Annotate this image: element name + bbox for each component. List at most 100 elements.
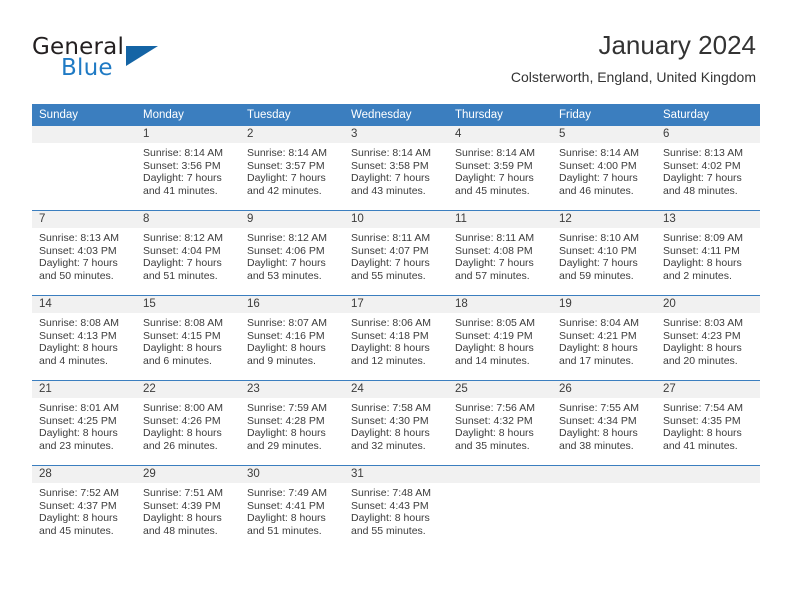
daylight-text-line2: and 17 minutes. <box>559 354 634 367</box>
daylight-text-line2: and 6 minutes. <box>143 354 212 367</box>
daylight-text-line1: Daylight: 8 hours <box>143 342 222 355</box>
calendar-day[interactable]: 20 Sunrise: 8:03 AM Sunset: 4:23 PM Dayligh… <box>656 296 760 380</box>
calendar-day[interactable]: 24 Sunrise: 7:58 AM Sunset: 4:30 PM Dayligh… <box>344 381 448 465</box>
calendar-day[interactable]: 8 Sunrise: 8:12 AM Sunset: 4:04 PM Daylight… <box>136 211 240 295</box>
sunset-text: Sunset: 3:56 PM <box>143 159 221 172</box>
sunrise-text: Sunrise: 8:07 AM <box>247 317 327 329</box>
calendar-day[interactable]: 19 Sunrise: 8:04 AM Sunset: 4:21 PM Dayligh… <box>552 296 656 380</box>
daylight-text-line1: Daylight: 7 hours <box>351 172 430 185</box>
calendar-day[interactable]: 16 Sunrise: 8:07 AM Sunset: 4:16 PM Dayligh… <box>240 296 344 380</box>
daylight-text-line2: and 43 minutes. <box>351 184 426 197</box>
sunrise-text: Sunrise: 8:14 AM <box>143 147 223 159</box>
calendar-cell: 3 Sunrise: 8:14 AM Sunset: 3:58 PM Daylight… <box>344 126 448 211</box>
daylight-text-line2: and 2 minutes. <box>663 269 732 282</box>
calendar-day[interactable]: 15 Sunrise: 8:08 AM Sunset: 4:15 PM Dayligh… <box>136 296 240 380</box>
sunset-text: Sunset: 4:18 PM <box>351 329 429 342</box>
calendar-week-row: 7 Sunrise: 8:13 AM Sunset: 4:03 PM Daylight… <box>32 210 760 296</box>
daylight-text-line1: Daylight: 8 hours <box>663 257 742 270</box>
day-number: 9 <box>240 211 344 228</box>
calendar-cell: 12 Sunrise: 8:10 AM Sunset: 4:10 PM Dayligh… <box>552 210 656 296</box>
day-details: Sunrise: 7:59 AM Sunset: 4:28 PM Daylight:… <box>240 398 344 452</box>
calendar-cell: 2 Sunrise: 8:14 AM Sunset: 3:57 PM Daylight… <box>240 126 344 211</box>
daylight-text-line1: Daylight: 8 hours <box>143 512 222 525</box>
day-number: 16 <box>240 296 344 313</box>
page-header: General Blue January 2024 Colsterworth, … <box>0 28 792 94</box>
day-number: 15 <box>136 296 240 313</box>
daylight-text-line2: and 57 minutes. <box>455 269 530 282</box>
day-number: 17 <box>344 296 448 313</box>
calendar-day-empty <box>552 466 656 550</box>
sunset-text: Sunset: 4:07 PM <box>351 244 429 257</box>
calendar-week-row: 14 Sunrise: 8:08 AM Sunset: 4:13 PM Dayligh… <box>32 295 760 381</box>
calendar-day[interactable]: 12 Sunrise: 8:10 AM Sunset: 4:10 PM Dayligh… <box>552 211 656 295</box>
sunrise-text: Sunrise: 7:59 AM <box>247 402 327 414</box>
calendar-day[interactable]: 10 Sunrise: 8:11 AM Sunset: 4:07 PM Dayligh… <box>344 211 448 295</box>
sunrise-text: Sunrise: 8:14 AM <box>351 147 431 159</box>
calendar-day[interactable]: 3 Sunrise: 8:14 AM Sunset: 3:58 PM Daylight… <box>344 126 448 210</box>
sunset-text: Sunset: 4:15 PM <box>143 329 221 342</box>
day-number: 23 <box>240 381 344 398</box>
daylight-text-line2: and 45 minutes. <box>39 524 114 537</box>
calendar-day[interactable]: 29 Sunrise: 7:51 AM Sunset: 4:39 PM Dayligh… <box>136 466 240 550</box>
calendar-day[interactable]: 26 Sunrise: 7:55 AM Sunset: 4:34 PM Dayligh… <box>552 381 656 465</box>
sunset-text: Sunset: 3:57 PM <box>247 159 325 172</box>
calendar-header-row: Sunday Monday Tuesday Wednesday Thursday… <box>32 104 760 126</box>
calendar-day[interactable]: 6 Sunrise: 8:13 AM Sunset: 4:02 PM Daylight… <box>656 126 760 210</box>
calendar-cell: 16 Sunrise: 8:07 AM Sunset: 4:16 PM Dayligh… <box>240 295 344 381</box>
calendar-day[interactable]: 7 Sunrise: 8:13 AM Sunset: 4:03 PM Daylight… <box>32 211 136 295</box>
daylight-text-line2: and 4 minutes. <box>39 354 108 367</box>
sunrise-text: Sunrise: 8:01 AM <box>39 402 119 414</box>
generalblue-logo[interactable]: General Blue <box>32 34 202 90</box>
calendar-day[interactable]: 11 Sunrise: 8:11 AM Sunset: 4:08 PM Dayligh… <box>448 211 552 295</box>
day-details: Sunrise: 7:55 AM Sunset: 4:34 PM Daylight:… <box>552 398 656 452</box>
calendar-cell: 9 Sunrise: 8:12 AM Sunset: 4:06 PM Daylight… <box>240 210 344 296</box>
calendar-day[interactable]: 5 Sunrise: 8:14 AM Sunset: 4:00 PM Daylight… <box>552 126 656 210</box>
daylight-text-line2: and 12 minutes. <box>351 354 426 367</box>
daylight-text-line1: Daylight: 7 hours <box>143 257 222 270</box>
day-number: 5 <box>552 126 656 143</box>
calendar-day[interactable]: 18 Sunrise: 8:05 AM Sunset: 4:19 PM Dayligh… <box>448 296 552 380</box>
calendar-day[interactable]: 25 Sunrise: 7:56 AM Sunset: 4:32 PM Dayligh… <box>448 381 552 465</box>
sunset-text: Sunset: 4:32 PM <box>455 414 533 427</box>
calendar-day[interactable]: 27 Sunrise: 7:54 AM Sunset: 4:35 PM Dayligh… <box>656 381 760 465</box>
sunrise-text: Sunrise: 8:09 AM <box>663 232 743 244</box>
daylight-text-line2: and 46 minutes. <box>559 184 634 197</box>
calendar-body: 1 Sunrise: 8:14 AM Sunset: 3:56 PM Daylight… <box>32 126 760 550</box>
calendar-day[interactable]: 28 Sunrise: 7:52 AM Sunset: 4:37 PM Dayligh… <box>32 466 136 550</box>
calendar-day[interactable]: 4 Sunrise: 8:14 AM Sunset: 3:59 PM Daylight… <box>448 126 552 210</box>
daylight-text-line2: and 29 minutes. <box>247 439 322 452</box>
sunset-text: Sunset: 4:04 PM <box>143 244 221 257</box>
calendar-day[interactable]: 31 Sunrise: 7:48 AM Sunset: 4:43 PM Dayligh… <box>344 466 448 550</box>
daylight-text-line2: and 35 minutes. <box>455 439 530 452</box>
day-details: Sunrise: 8:11 AM Sunset: 4:07 PM Daylight:… <box>344 228 448 282</box>
calendar-day-empty <box>448 466 552 550</box>
day-details: Sunrise: 8:09 AM Sunset: 4:11 PM Daylight:… <box>656 228 760 282</box>
calendar-cell: 4 Sunrise: 8:14 AM Sunset: 3:59 PM Daylight… <box>448 126 552 211</box>
daylight-text-line2: and 9 minutes. <box>247 354 316 367</box>
day-number: 21 <box>32 381 136 398</box>
calendar-day[interactable]: 14 Sunrise: 8:08 AM Sunset: 4:13 PM Dayligh… <box>32 296 136 380</box>
calendar-cell: 30 Sunrise: 7:49 AM Sunset: 4:41 PM Dayligh… <box>240 465 344 550</box>
calendar-day[interactable]: 21 Sunrise: 8:01 AM Sunset: 4:25 PM Dayligh… <box>32 381 136 465</box>
weekday-header-thursday: Thursday <box>448 104 552 126</box>
calendar-day[interactable]: 22 Sunrise: 8:00 AM Sunset: 4:26 PM Dayligh… <box>136 381 240 465</box>
day-number: 2 <box>240 126 344 143</box>
calendar-day[interactable]: 23 Sunrise: 7:59 AM Sunset: 4:28 PM Dayligh… <box>240 381 344 465</box>
calendar-week-row: 28 Sunrise: 7:52 AM Sunset: 4:37 PM Dayligh… <box>32 465 760 550</box>
sunset-text: Sunset: 4:06 PM <box>247 244 325 257</box>
daylight-text-line1: Daylight: 8 hours <box>455 342 534 355</box>
calendar-day[interactable]: 2 Sunrise: 8:14 AM Sunset: 3:57 PM Daylight… <box>240 126 344 210</box>
day-number: 18 <box>448 296 552 313</box>
day-details: Sunrise: 8:13 AM Sunset: 4:03 PM Daylight:… <box>32 228 136 282</box>
sunrise-text: Sunrise: 7:56 AM <box>455 402 535 414</box>
calendar-day[interactable]: 13 Sunrise: 8:09 AM Sunset: 4:11 PM Dayligh… <box>656 211 760 295</box>
calendar-day[interactable]: 17 Sunrise: 8:06 AM Sunset: 4:18 PM Dayligh… <box>344 296 448 380</box>
daylight-text-line1: Daylight: 8 hours <box>351 512 430 525</box>
calendar-day[interactable]: 30 Sunrise: 7:49 AM Sunset: 4:41 PM Dayligh… <box>240 466 344 550</box>
daylight-text-line1: Daylight: 8 hours <box>455 427 534 440</box>
daylight-text-line1: Daylight: 8 hours <box>39 512 118 525</box>
calendar-day[interactable]: 1 Sunrise: 8:14 AM Sunset: 3:56 PM Daylight… <box>136 126 240 210</box>
calendar-day[interactable]: 9 Sunrise: 8:12 AM Sunset: 4:06 PM Daylight… <box>240 211 344 295</box>
day-details <box>656 483 760 487</box>
sunrise-text: Sunrise: 7:51 AM <box>143 487 223 499</box>
